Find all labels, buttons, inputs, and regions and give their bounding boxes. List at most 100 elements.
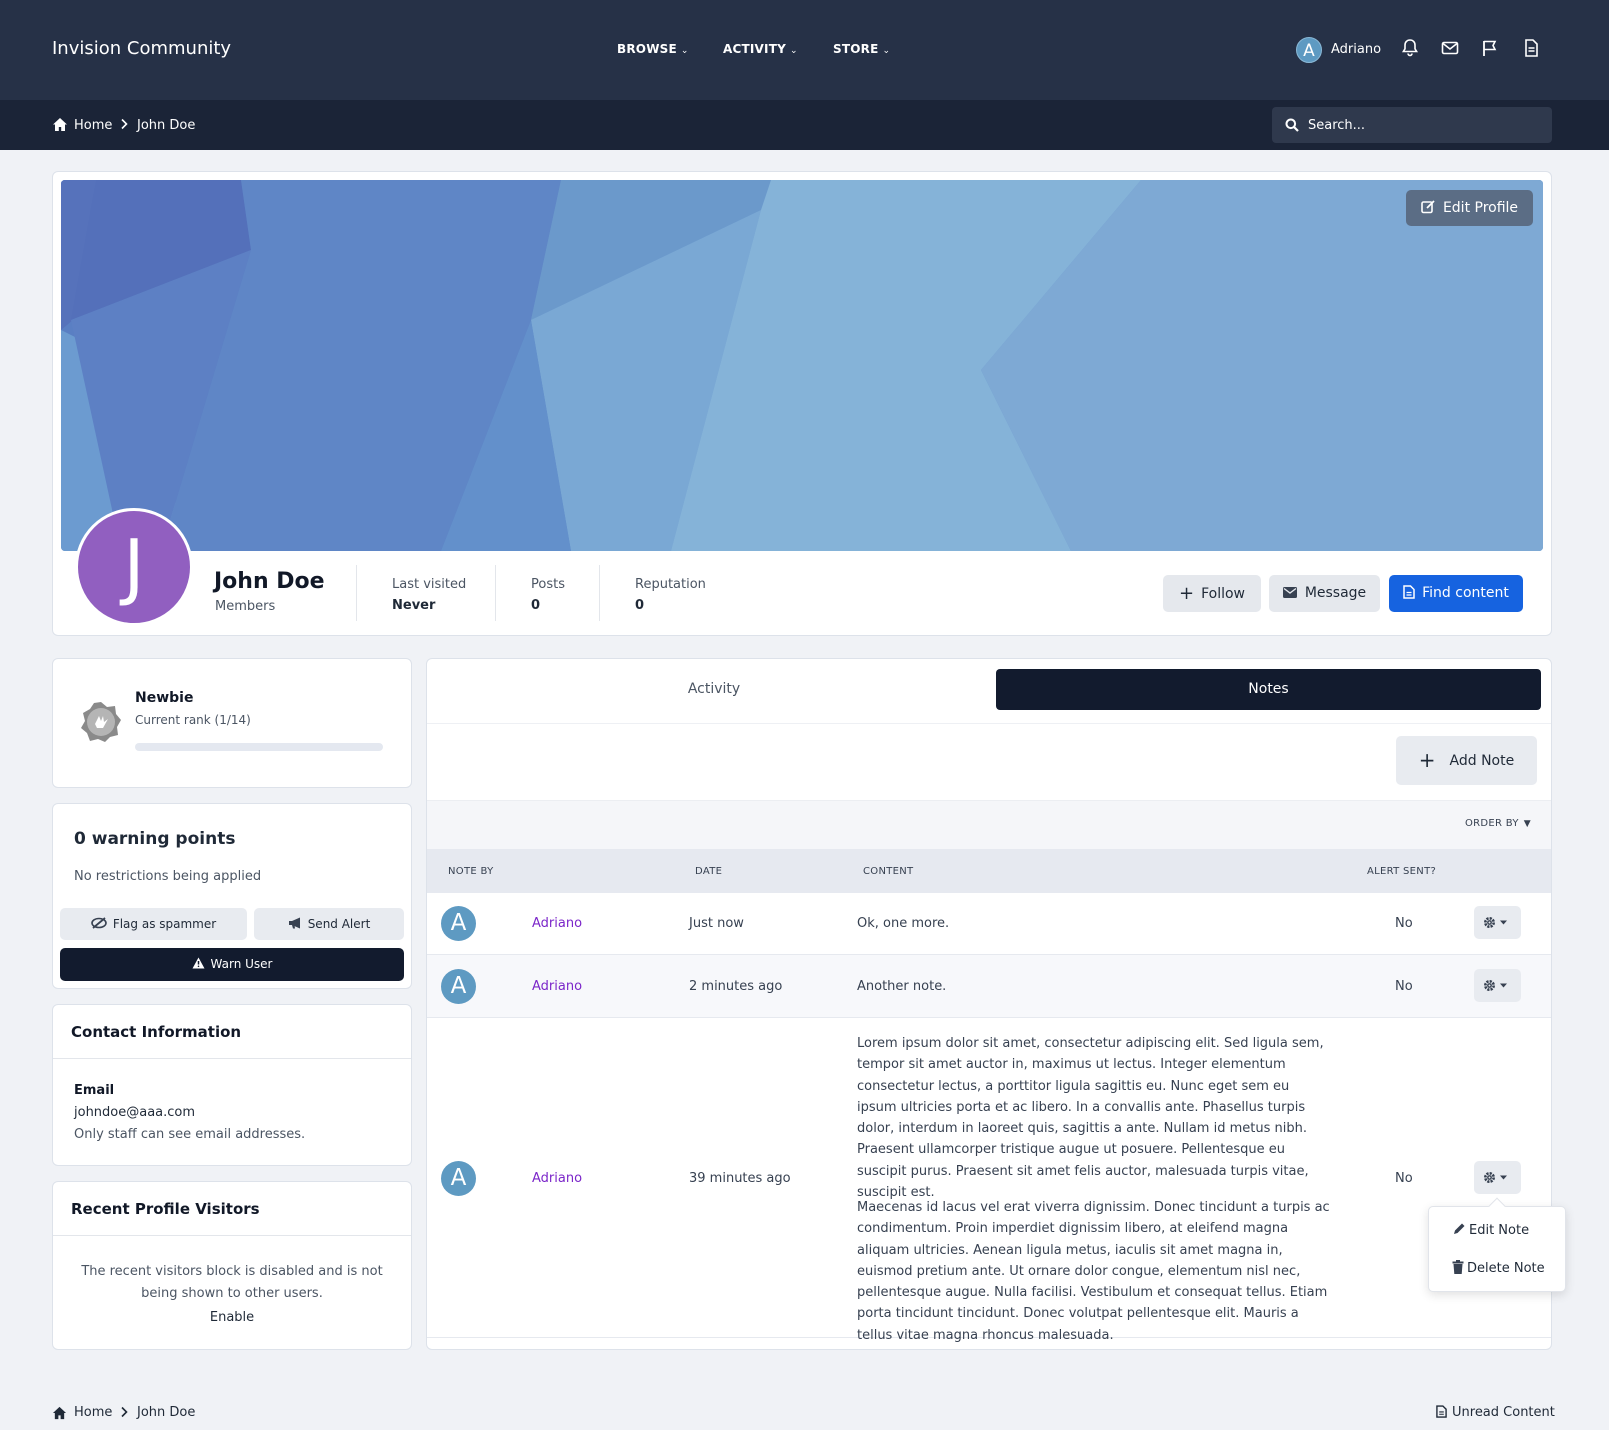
profile-name: John Doe [214, 569, 325, 594]
search-icon [1285, 118, 1299, 132]
contact-title: Contact Information [71, 1023, 242, 1041]
column-alert-sent: ALERT SENT? [1367, 866, 1437, 877]
email-value: johndoe@aaa.com [74, 1105, 196, 1120]
warning-icon [192, 957, 205, 969]
chevron-down-icon: ⌄ [789, 46, 798, 56]
add-note-label: Add Note [1449, 753, 1515, 769]
order-bar [427, 800, 1551, 849]
order-by-label: ORDER BY [1465, 818, 1519, 829]
nav-store[interactable]: STORE ⌄ [833, 42, 890, 56]
row-actions-button[interactable] [1474, 969, 1521, 1002]
edit-profile-label: Edit Profile [1442, 200, 1519, 216]
profile-group: Members [215, 599, 276, 614]
row-actions-button[interactable] [1474, 906, 1521, 939]
alert-sent-value: No [1395, 916, 1413, 931]
nav-store-label: STORE [833, 42, 879, 56]
alert-sent-value: No [1395, 979, 1413, 994]
home-icon[interactable] [52, 117, 68, 136]
spam-icon [91, 917, 107, 929]
email-note: Only staff can see email addresses. [74, 1127, 306, 1142]
note-date: 39 minutes ago [689, 1171, 791, 1186]
search-input[interactable] [1308, 107, 1543, 143]
chevron-right-icon [120, 118, 128, 134]
warning-points: 0 warning points [74, 829, 236, 849]
flag-spammer-label: Flag as spammer [112, 917, 217, 931]
order-by-dropdown[interactable]: ORDER BY ▼ [1465, 818, 1531, 829]
warning-status: No restrictions being applied [74, 869, 262, 884]
document-icon [1436, 1405, 1447, 1418]
gear-icon [1484, 980, 1507, 991]
note-date: Just now [689, 916, 744, 931]
edit-profile-button[interactable]: Edit Profile [1406, 190, 1533, 226]
table-row [427, 955, 1551, 1018]
envelope-icon[interactable] [1441, 38, 1463, 60]
stat-last-visited-value: Never [392, 598, 436, 613]
profile-avatar: J [75, 508, 193, 626]
table-row [427, 893, 1551, 955]
megaphone-icon [288, 917, 300, 929]
author-link[interactable]: Adriano [532, 1171, 582, 1186]
cover-photo [61, 180, 1543, 551]
row-actions-button[interactable] [1474, 1161, 1521, 1194]
author-avatar[interactable]: A [441, 969, 476, 1004]
email-label: Email [74, 1083, 115, 1098]
breadcrumb-home[interactable]: Home [74, 118, 112, 133]
edit-note-menu-item[interactable]: Edit Note [1452, 1222, 1529, 1238]
message-label: Message [1304, 585, 1367, 601]
gear-icon [1484, 917, 1507, 928]
document-icon[interactable] [1522, 38, 1544, 60]
flag-spammer-button[interactable]: Flag as spammer [60, 908, 247, 940]
send-alert-button[interactable]: Send Alert [254, 908, 404, 940]
bell-icon[interactable] [1401, 38, 1423, 60]
note-content: Ok, one more. [857, 916, 950, 931]
follow-label: Follow [1201, 586, 1245, 602]
nav-browse[interactable]: BROWSE ⌄ [617, 42, 689, 56]
stat-posts-value: 0 [531, 598, 541, 613]
caret-down-icon: ▼ [1523, 819, 1532, 829]
warn-user-label: Warn User [210, 957, 273, 971]
find-content-button[interactable]: Find content [1389, 575, 1523, 612]
nav-activity[interactable]: ACTIVITY ⌄ [723, 42, 798, 56]
alert-sent-value: No [1395, 1171, 1413, 1186]
home-icon[interactable] [52, 1406, 67, 1424]
delete-note-menu-item[interactable]: Delete Note [1452, 1260, 1545, 1276]
pencil-icon [1454, 1223, 1465, 1234]
follow-button[interactable]: + Follow [1163, 575, 1261, 612]
user-avatar[interactable]: A [1296, 37, 1322, 63]
note-date: 2 minutes ago [689, 979, 783, 994]
column-note-by: NOTE BY [448, 866, 494, 877]
stat-divider [599, 565, 600, 621]
column-date: DATE [695, 866, 723, 877]
rank-description: Current rank (1/14) [135, 713, 251, 727]
footer-breadcrumb-home[interactable]: Home [74, 1405, 112, 1420]
note-content-paragraph: Lorem ipsum dolor sit amet, consectetur … [857, 1036, 1324, 1201]
plus-icon: + [1178, 583, 1195, 604]
tab-activity[interactable]: Activity [428, 669, 1000, 710]
enable-visitors-link[interactable]: Enable [52, 1310, 412, 1325]
note-content-paragraph: Maecenas id lacus vel erat viverra digni… [857, 1200, 1330, 1343]
flag-icon[interactable] [1481, 38, 1503, 60]
footer-breadcrumb-current: John Doe [137, 1405, 196, 1420]
rank-badge-icon [80, 701, 122, 747]
edit-icon [1421, 200, 1435, 214]
stat-last-visited-label: Last visited [392, 577, 467, 592]
site-brand[interactable]: Invision Community [52, 38, 231, 59]
find-content-label: Find content [1422, 585, 1509, 601]
author-avatar[interactable]: A [441, 906, 476, 941]
rank-progress-bar [135, 743, 383, 751]
author-avatar[interactable]: A [441, 1161, 476, 1196]
visitors-text: The recent visitors block is disabled an… [81, 1264, 383, 1301]
unread-content-link[interactable]: Unread Content [1436, 1405, 1555, 1420]
tab-notes[interactable]: Notes [996, 669, 1541, 710]
delete-note-label: Delete Note [1467, 1261, 1545, 1276]
warn-user-button[interactable]: Warn User [60, 948, 404, 981]
user-menu[interactable]: Adriano [1331, 42, 1381, 57]
stat-reputation-value: 0 [635, 598, 645, 613]
plus-icon: + [1418, 748, 1436, 772]
message-button[interactable]: Message [1269, 575, 1380, 612]
add-note-button[interactable]: + Add Note [1396, 736, 1537, 785]
author-link[interactable]: Adriano [532, 979, 582, 994]
rank-name: Newbie [135, 690, 194, 706]
stat-reputation-label: Reputation [635, 577, 706, 592]
author-link[interactable]: Adriano [532, 916, 582, 931]
